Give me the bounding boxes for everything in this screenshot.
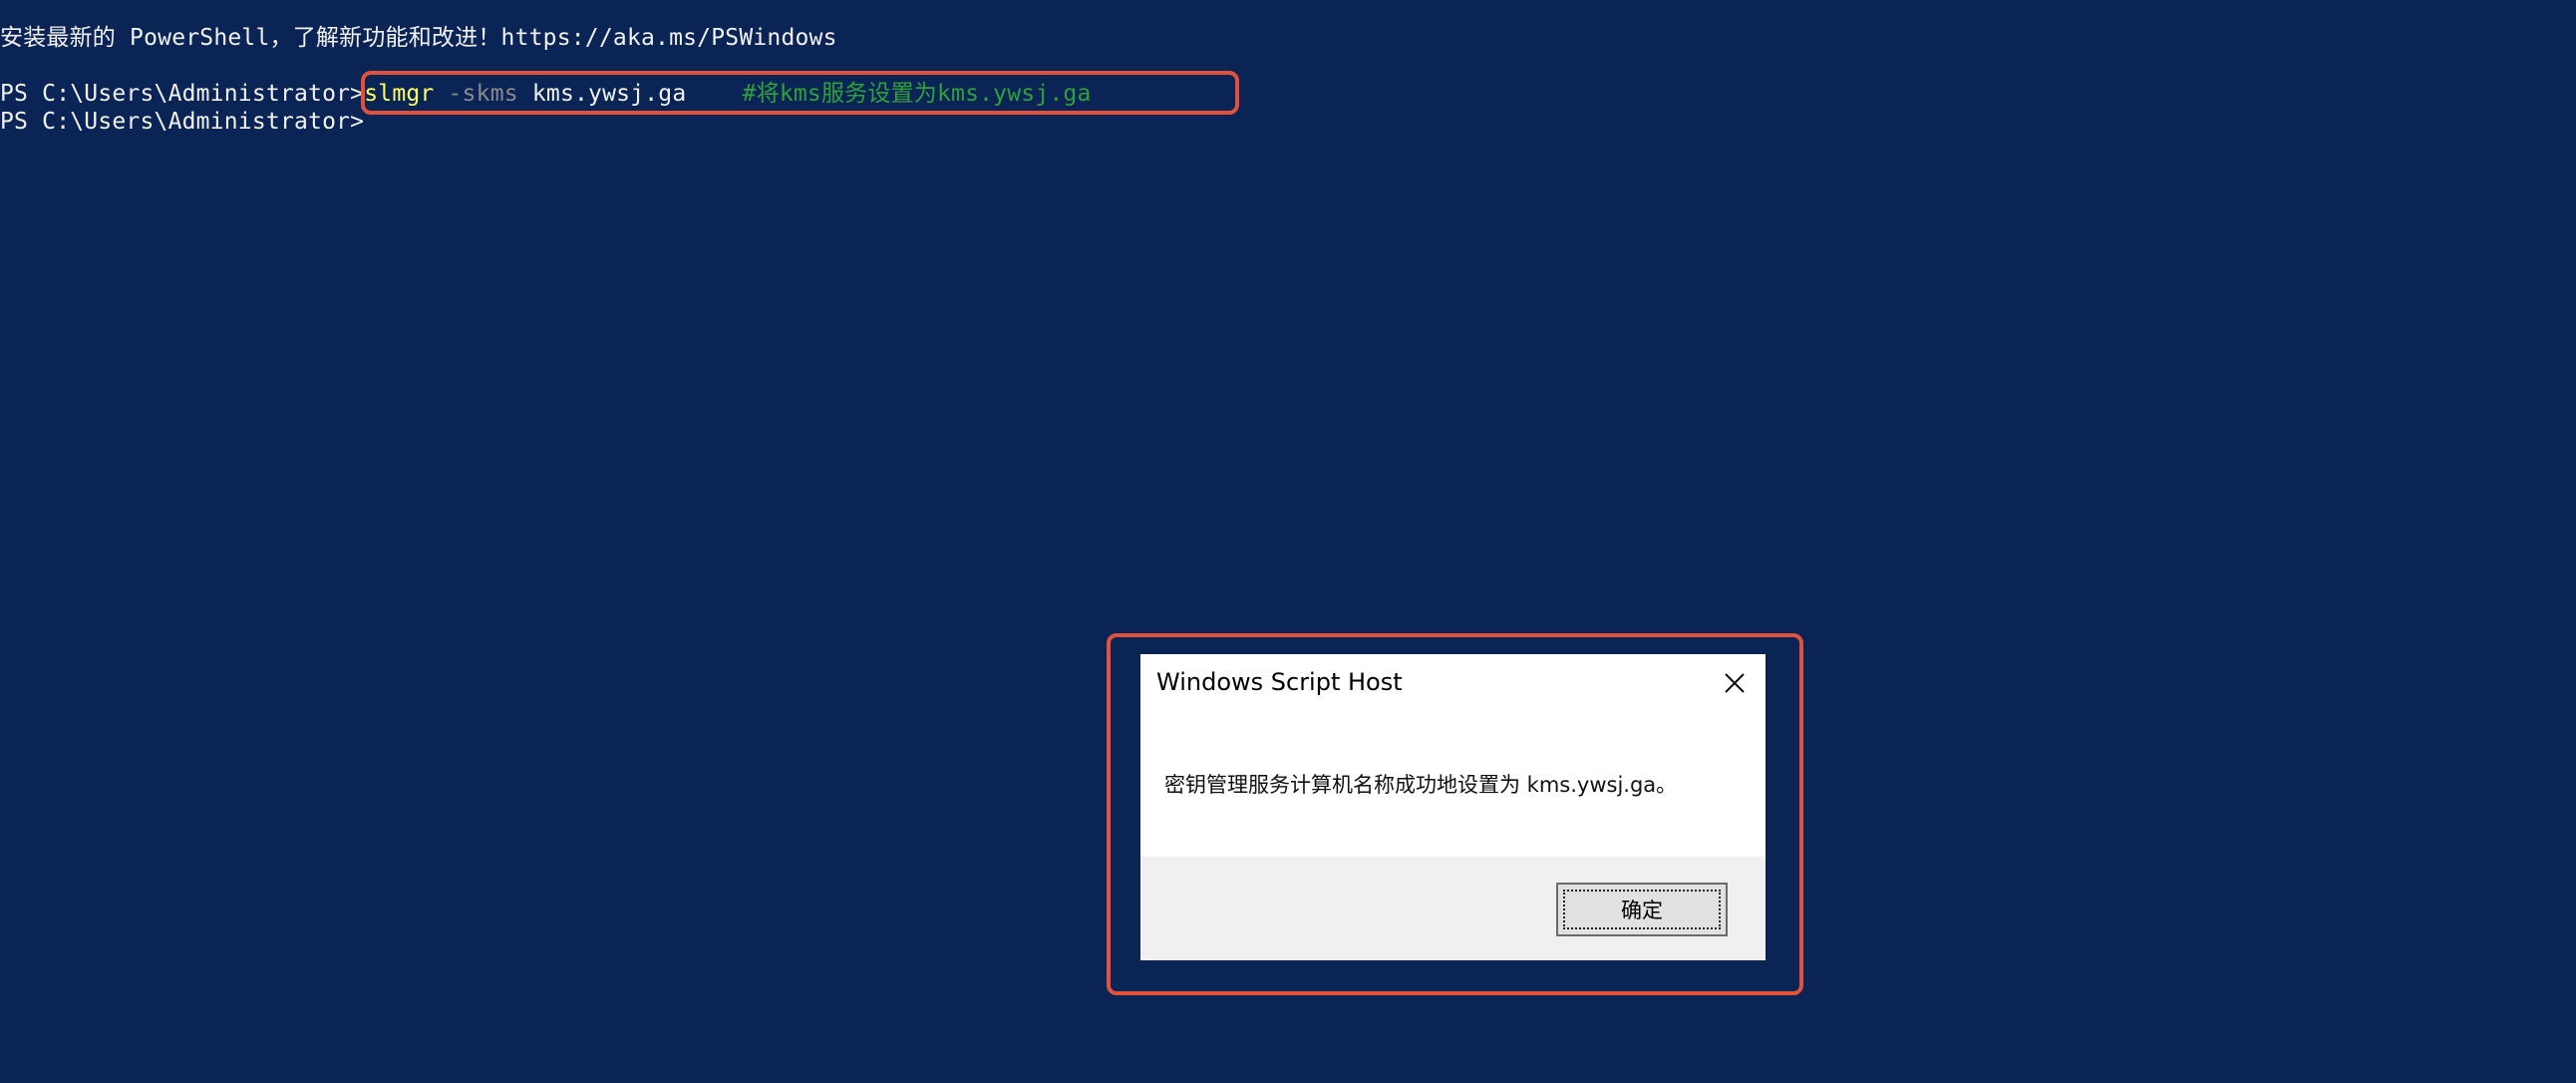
command-highlight-box <box>361 71 1239 115</box>
terminal-prompt: PS C:\Users\Administrator> <box>0 81 365 107</box>
terminal-prompt: PS C:\Users\Administrator> <box>0 109 365 135</box>
terminal-banner: 安装最新的 PowerShell，了解新功能和改进！https://aka.ms… <box>0 25 837 51</box>
terminal-prompt-line[interactable]: PS C:\Users\Administrator> <box>0 108 364 136</box>
dialog-highlight-box <box>1107 633 1803 995</box>
